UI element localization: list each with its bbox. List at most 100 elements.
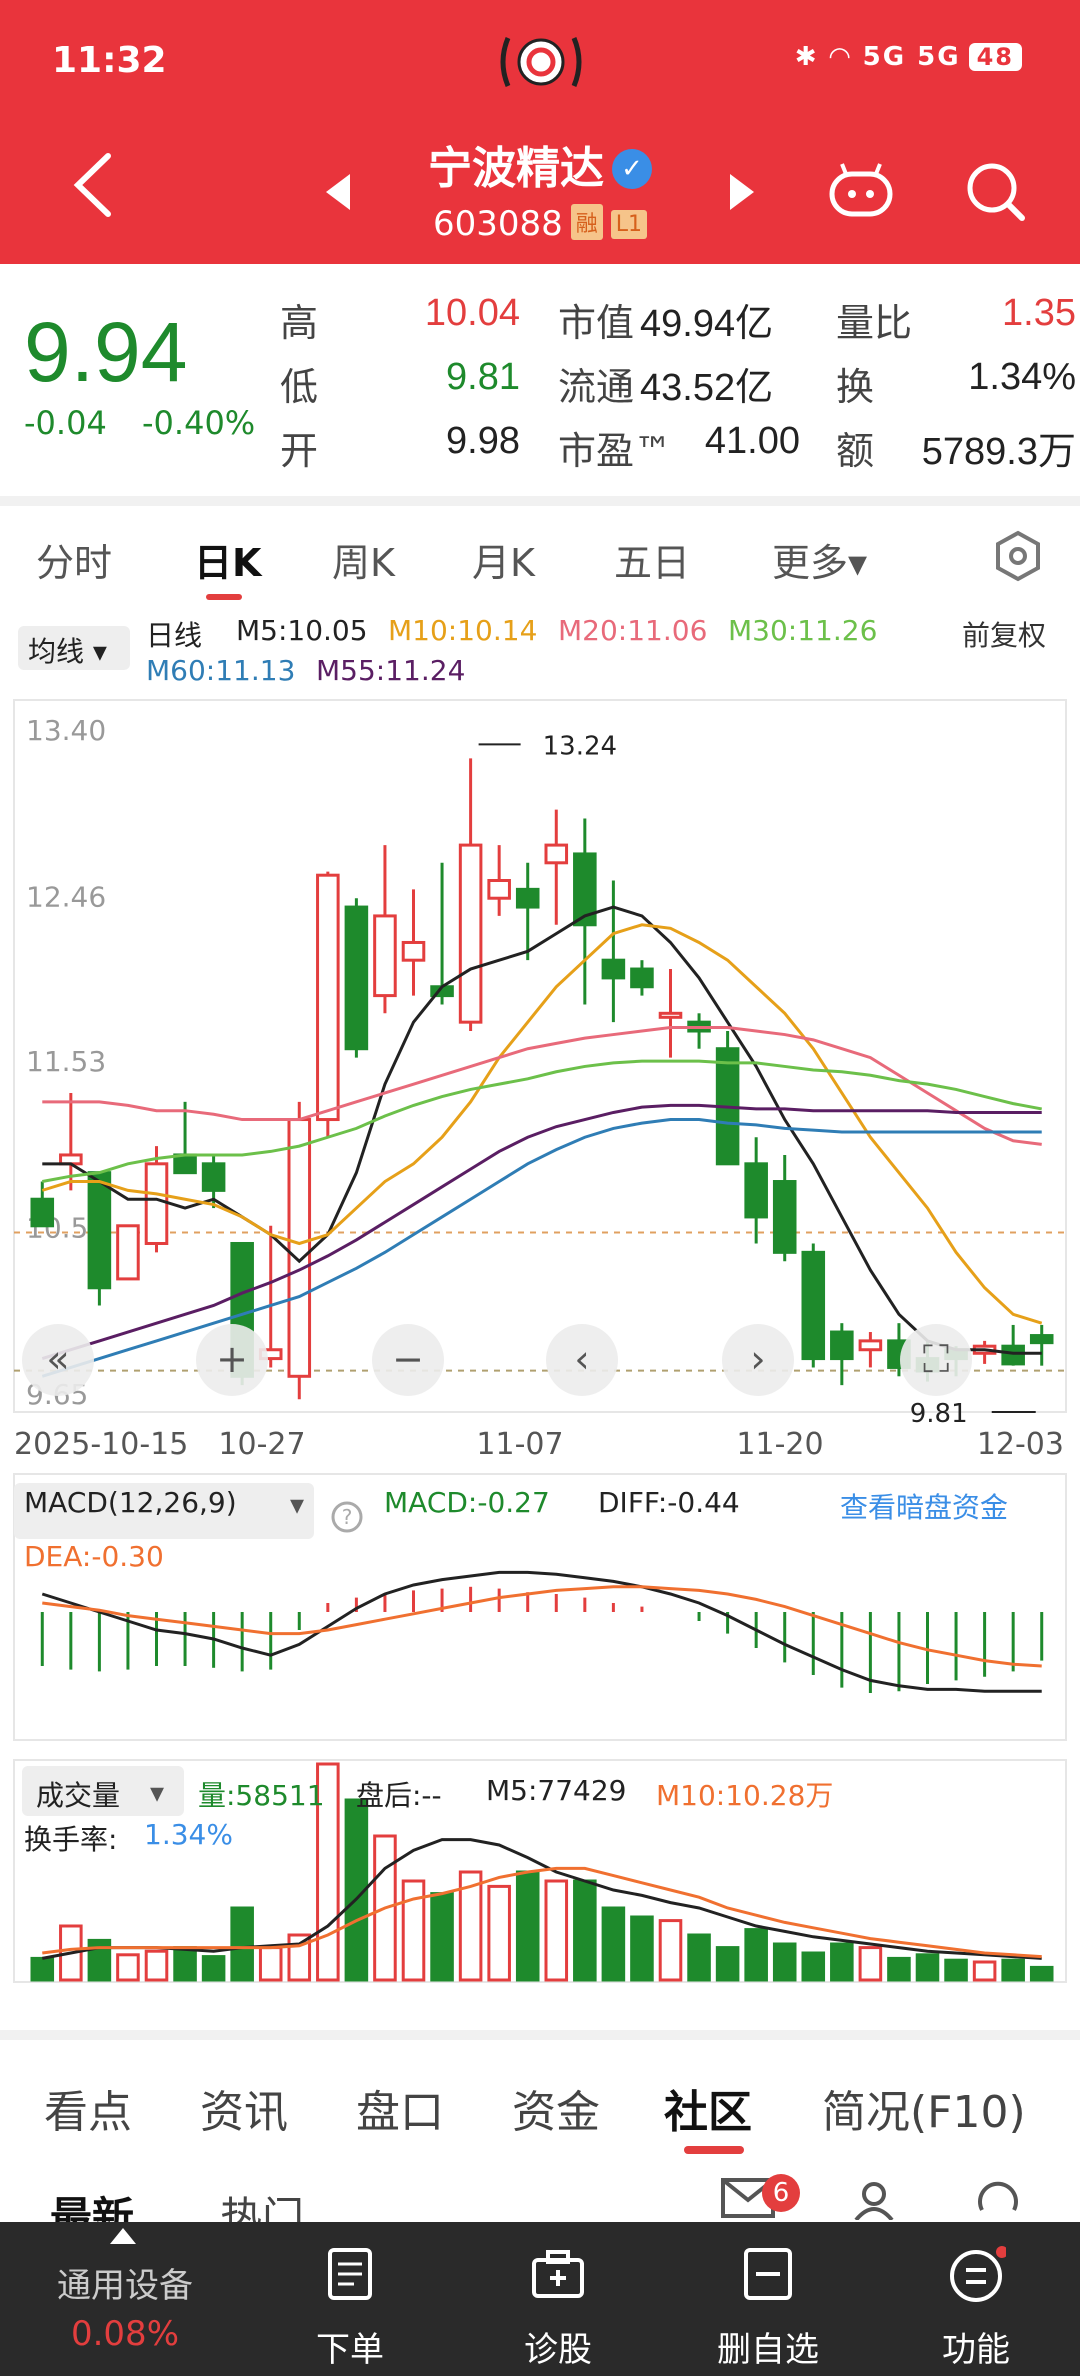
chart-control-icon: + bbox=[216, 1337, 248, 1381]
candle bbox=[487, 879, 511, 900]
tab-monthly-k[interactable]: 月K bbox=[472, 532, 535, 587]
x-tick-label: 2025-10-15 bbox=[14, 1427, 188, 1462]
candle bbox=[173, 1153, 197, 1175]
float-label: 流通 bbox=[558, 365, 635, 409]
volume-bar bbox=[573, 1879, 597, 1982]
amount-label: 额 bbox=[836, 429, 875, 473]
dea-value: DEA:-0.30 bbox=[24, 1540, 164, 1573]
search-icon[interactable] bbox=[964, 160, 1028, 224]
diagnose-kit-icon bbox=[532, 2250, 584, 2298]
candle bbox=[830, 1330, 854, 1361]
price-change: -0.04 bbox=[24, 404, 107, 442]
ma55-value: M55:11.24 bbox=[316, 654, 466, 687]
assistant-robot-icon[interactable] bbox=[826, 160, 896, 220]
menu-circle-icon bbox=[950, 2246, 1006, 2302]
volume-bar bbox=[173, 1946, 197, 1982]
volume-bar bbox=[144, 1949, 169, 1982]
help-icon[interactable]: ? bbox=[330, 1500, 364, 1534]
volume-bar bbox=[487, 1884, 511, 1982]
info-tabs: 看点 资讯 盘口 资金 社区 简况(F10) bbox=[0, 2030, 1080, 2154]
functions-button[interactable]: 功能 bbox=[906, 2222, 1046, 2376]
candle bbox=[1001, 1344, 1025, 1366]
volume-dropdown-icon[interactable]: ▾ bbox=[150, 1776, 164, 1809]
volume-bar bbox=[201, 1955, 226, 1982]
diff-value: DIFF:-0.44 bbox=[598, 1486, 740, 1519]
tab-community[interactable]: 社区 bbox=[664, 2076, 752, 2140]
volume-bar bbox=[715, 1946, 740, 1982]
status-time: 11:32 bbox=[52, 40, 167, 81]
tab-f10[interactable]: 简况(F10) bbox=[822, 2076, 1026, 2140]
candle bbox=[772, 1180, 797, 1254]
volume-bar bbox=[430, 1892, 454, 1982]
amount-value: 5789.3万 bbox=[921, 431, 1076, 473]
candle bbox=[544, 843, 569, 865]
dark-pool-link[interactable]: 查看暗盘资金 bbox=[840, 1486, 1008, 1526]
volume-bar bbox=[972, 1960, 997, 1982]
candle bbox=[30, 1197, 55, 1228]
tab-intraday[interactable]: 分时 bbox=[36, 532, 112, 587]
turnover-label: 换 bbox=[836, 365, 875, 409]
adjust-button[interactable]: 前复权 bbox=[962, 614, 1046, 654]
max-price-label: 13.24 bbox=[543, 731, 617, 761]
volume-bar bbox=[515, 1870, 540, 1982]
device-pct: 0.08% bbox=[70, 2314, 179, 2354]
candle bbox=[630, 967, 654, 989]
dea-line bbox=[42, 1585, 1042, 1668]
ma-select[interactable]: 均线 ▾ bbox=[18, 626, 130, 670]
volume-bar bbox=[116, 1953, 140, 1982]
ma20-value: M20:11.06 bbox=[558, 614, 708, 647]
diagnose-button[interactable]: 诊股 bbox=[488, 2222, 628, 2376]
remove-fav-icon bbox=[744, 2248, 792, 2300]
y-tick-label: 11.53 bbox=[26, 1045, 106, 1078]
tab-weekly-k[interactable]: 周K bbox=[332, 532, 395, 587]
ma-legend: 均线 ▾ 日线 M5:10.05 M10:10.14 M20:11.06 M30… bbox=[0, 606, 1080, 696]
low-value: 9.81 bbox=[446, 356, 520, 398]
main-chart-frame bbox=[13, 699, 1067, 1413]
tab-daily-k[interactable]: 日K bbox=[194, 532, 261, 587]
volume-bar bbox=[658, 1919, 683, 1982]
tab-five-day[interactable]: 五日 bbox=[614, 532, 690, 587]
volume-bar bbox=[30, 1956, 55, 1982]
turnover-value: 1.34% bbox=[968, 356, 1076, 398]
stock-title: 宁波精达 ✓ bbox=[0, 132, 1080, 196]
min-price-label: 9.81 bbox=[910, 1399, 968, 1429]
volume-bar bbox=[544, 1879, 569, 1982]
pe-value: 41.00 bbox=[704, 420, 800, 462]
ma60-value: M60:11.13 bbox=[146, 654, 296, 687]
x-tick-label: 11-07 bbox=[476, 1427, 563, 1462]
candle bbox=[116, 1224, 140, 1281]
volume-bar bbox=[830, 1942, 854, 1982]
tab-news[interactable]: 资讯 bbox=[200, 2076, 288, 2140]
remove-favorite-button[interactable]: 删自选 bbox=[698, 2222, 838, 2376]
candle bbox=[744, 1162, 768, 1219]
candle bbox=[401, 940, 426, 962]
volume-bar bbox=[858, 1946, 883, 1982]
settings-hex-icon[interactable] bbox=[992, 530, 1044, 582]
last-price: 9.94 bbox=[24, 305, 188, 399]
tab-more[interactable]: 更多▾ bbox=[772, 532, 867, 587]
user-icon[interactable] bbox=[852, 2180, 896, 2220]
volume-bar bbox=[887, 1956, 911, 1982]
device-indicator[interactable]: 通用设备 0.08% bbox=[0, 2222, 250, 2376]
volume-label: 成交量 bbox=[36, 1779, 121, 1812]
quote-panel: 9.94 -0.04 -0.40% 高 10.04 低 9.81 开 9.98 … bbox=[0, 264, 1080, 496]
tab-funds[interactable]: 资金 bbox=[512, 2076, 600, 2140]
chart-control-icon: « bbox=[46, 1337, 69, 1381]
x-tick-label: 12-03 bbox=[977, 1427, 1064, 1462]
device-label: 通用设备 bbox=[57, 2266, 193, 2306]
divider bbox=[0, 496, 1080, 506]
level-tag: L1 bbox=[610, 210, 648, 239]
tab-highlights[interactable]: 看点 bbox=[44, 2076, 132, 2140]
volume-bar bbox=[772, 1942, 797, 1982]
order-button[interactable]: 下单 bbox=[280, 2222, 420, 2376]
mcap-value: 49.94亿 bbox=[640, 303, 774, 345]
vol-m10-value: M10:10.28万 bbox=[656, 1779, 834, 1812]
diff-line bbox=[41, 1570, 1042, 1693]
tab-orderbook[interactable]: 盘口 bbox=[356, 2076, 444, 2140]
macd-dropdown-icon[interactable]: ▾ bbox=[290, 1488, 304, 1521]
kline-chart[interactable]: 13.4012.4611.5310.599.6513.249.81«+−‹›⛶2… bbox=[0, 694, 1080, 2014]
candle bbox=[287, 1118, 312, 1378]
candle bbox=[87, 1171, 112, 1290]
refresh-icon[interactable] bbox=[976, 2180, 1020, 2220]
svg-text:?: ? bbox=[342, 1505, 353, 1529]
